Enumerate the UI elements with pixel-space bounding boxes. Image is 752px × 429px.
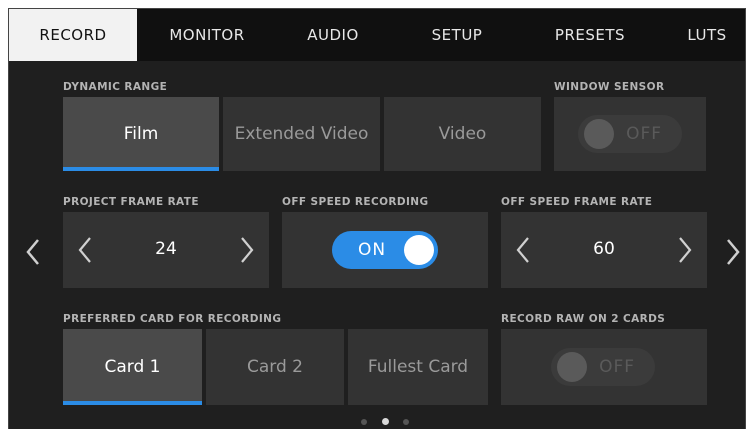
dynamic-range-video-button[interactable]: Video <box>384 97 541 171</box>
project-frame-rate-label: PROJECT FRAME RATE <box>63 196 199 208</box>
record-raw-2-cards-state: OFF <box>599 357 635 377</box>
preferred-card-2-button[interactable]: Card 2 <box>206 329 344 405</box>
record-raw-2-cards-panel: OFF <box>501 329 707 405</box>
off-speed-frame-rate-stepper: 60 <box>501 212 707 288</box>
dynamic-range-extended-video-button[interactable]: Extended Video <box>223 97 380 171</box>
tab-luts[interactable]: LUTS <box>669 9 745 61</box>
off-speed-recording-panel: ON <box>282 212 488 288</box>
project-frame-rate-decrement-icon[interactable] <box>77 236 93 264</box>
project-frame-rate-stepper: 24 <box>63 212 269 288</box>
window-sensor-toggle[interactable]: OFF <box>578 115 682 153</box>
dynamic-range-film-button[interactable]: Film <box>63 97 219 171</box>
preferred-card-fullest-label: Fullest Card <box>367 357 469 377</box>
dynamic-range-extended-video-label: Extended Video <box>234 124 369 144</box>
tab-bar: RECORD MONITOR AUDIO SETUP PRESETS LUTS <box>9 9 745 61</box>
tab-setup[interactable]: SETUP <box>401 9 513 61</box>
off-speed-frame-rate-value: 60 <box>593 239 615 259</box>
preferred-card-label: PREFERRED CARD FOR RECORDING <box>63 313 282 325</box>
toggle-knob <box>404 235 434 265</box>
tab-monitor[interactable]: MONITOR <box>147 9 267 61</box>
record-raw-2-cards-label: RECORD RAW ON 2 CARDS <box>501 313 666 325</box>
tab-audio[interactable]: AUDIO <box>275 9 391 61</box>
dynamic-range-label: DYNAMIC RANGE <box>63 81 168 93</box>
off-speed-frame-rate-label: OFF SPEED FRAME RATE <box>501 196 653 208</box>
preferred-card-1-button[interactable]: Card 1 <box>63 329 202 405</box>
off-speed-recording-toggle[interactable]: ON <box>332 231 438 269</box>
project-frame-rate-increment-icon[interactable] <box>239 236 255 264</box>
off-speed-frame-rate-decrement-icon[interactable] <box>515 236 531 264</box>
tab-presets[interactable]: PRESETS <box>521 9 659 61</box>
window-sensor-panel: OFF <box>554 97 706 171</box>
off-speed-frame-rate-increment-icon[interactable] <box>677 236 693 264</box>
page-dot-2[interactable] <box>382 418 389 425</box>
toggle-knob <box>557 352 587 382</box>
window-sensor-state: OFF <box>626 124 662 144</box>
off-speed-recording-state: ON <box>358 240 387 260</box>
page-next-icon[interactable] <box>723 237 743 267</box>
page-dot-3[interactable] <box>403 419 409 425</box>
page-prev-icon[interactable] <box>23 237 43 267</box>
dynamic-range-film-label: Film <box>123 124 159 144</box>
selected-indicator <box>63 167 219 171</box>
preferred-card-1-label: Card 1 <box>104 357 161 377</box>
tab-record[interactable]: RECORD <box>9 9 137 61</box>
selected-indicator <box>63 401 202 405</box>
toggle-knob <box>584 119 614 149</box>
record-settings-screen: RECORD MONITOR AUDIO SETUP PRESETS LUTS … <box>8 8 746 429</box>
preferred-card-fullest-button[interactable]: Fullest Card <box>348 329 488 405</box>
preferred-card-2-label: Card 2 <box>247 357 303 377</box>
dynamic-range-video-label: Video <box>438 124 487 144</box>
project-frame-rate-value: 24 <box>155 239 177 259</box>
off-speed-recording-label: OFF SPEED RECORDING <box>282 196 429 208</box>
record-raw-2-cards-toggle[interactable]: OFF <box>551 348 655 386</box>
window-sensor-label: WINDOW SENSOR <box>554 81 665 93</box>
page-dot-1[interactable] <box>361 419 367 425</box>
